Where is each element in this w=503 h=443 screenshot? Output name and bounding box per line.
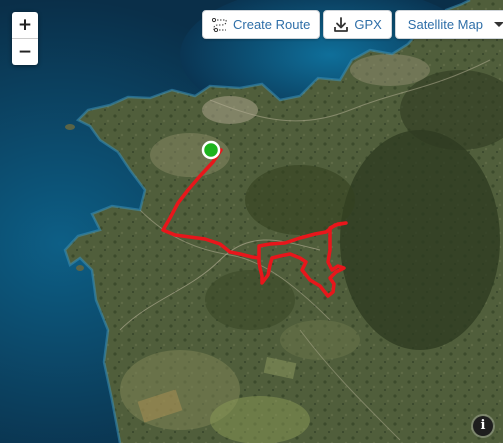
- route-icon: [212, 17, 227, 32]
- map-toolbar: Create Route GPX Satellite Map: [202, 10, 503, 39]
- download-icon: [334, 16, 349, 32]
- gpx-label: GPX: [354, 17, 382, 32]
- create-route-label: Create Route: [233, 17, 311, 32]
- gpx-download-button[interactable]: GPX: [323, 10, 392, 39]
- info-icon[interactable]: i: [473, 416, 493, 436]
- zoom-out-button[interactable]: −: [12, 38, 38, 65]
- zoom-control: + −: [12, 12, 38, 65]
- satellite-imagery[interactable]: [0, 0, 503, 443]
- start-marker: [201, 140, 221, 160]
- caret-down-icon: [493, 22, 503, 27]
- map-view[interactable]: + − Create Route GPX Satellite Map i: [0, 0, 503, 443]
- map-type-label: Satellite Map: [407, 17, 483, 32]
- zoom-in-button[interactable]: +: [12, 12, 38, 38]
- create-route-button[interactable]: Create Route: [202, 10, 321, 39]
- map-type-dropdown[interactable]: Satellite Map: [394, 10, 503, 39]
